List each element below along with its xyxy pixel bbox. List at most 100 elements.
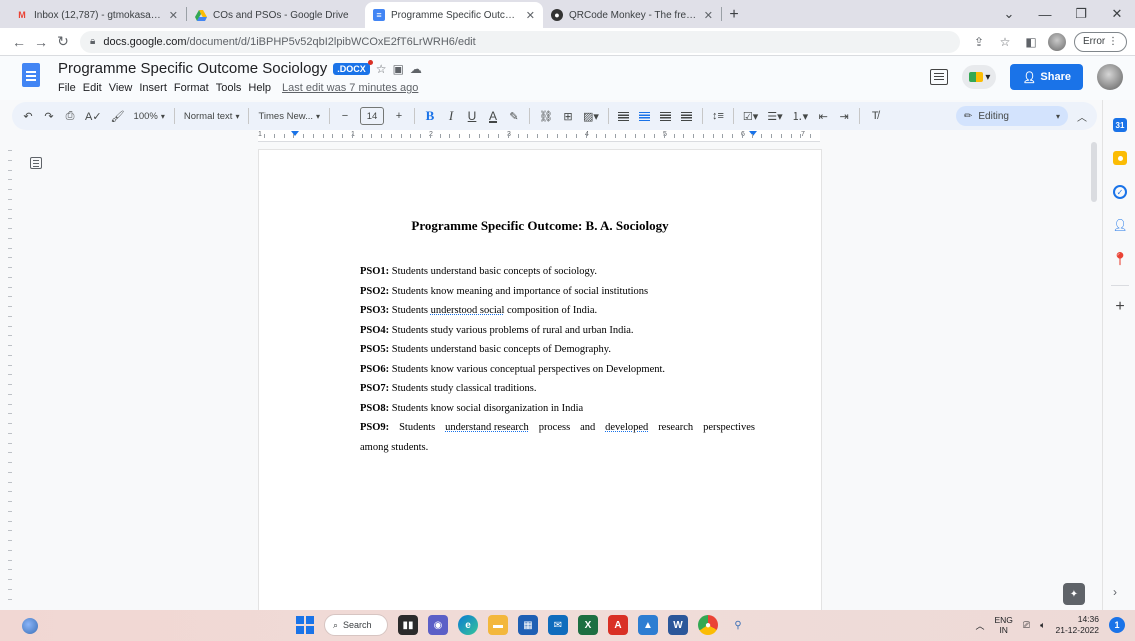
menu-view[interactable]: View xyxy=(109,82,133,94)
contacts-icon[interactable]: 👤︎ xyxy=(1112,218,1127,232)
font-select[interactable]: Times New... xyxy=(258,111,320,122)
underline-button[interactable]: U xyxy=(466,106,478,126)
menu-edit[interactable]: Edit xyxy=(83,82,102,94)
word-icon[interactable]: W xyxy=(668,615,688,635)
pdf-reader-icon[interactable]: A xyxy=(608,615,628,635)
back-arrow-icon[interactable]: ← xyxy=(8,31,30,53)
align-right-icon[interactable] xyxy=(660,106,672,126)
edge-icon[interactable]: e xyxy=(458,615,478,635)
editing-mode-select[interactable]: ✏︎ Editing xyxy=(956,106,1068,126)
close-icon[interactable]: ✕ xyxy=(526,9,535,22)
text-color-button[interactable]: A xyxy=(487,106,499,126)
checklist-icon[interactable]: ☑▾ xyxy=(743,106,758,126)
mail-icon[interactable]: ✉ xyxy=(548,615,568,635)
style-select[interactable]: Normal text xyxy=(184,111,240,122)
cloud-status-icon[interactable]: ☁ xyxy=(410,62,422,76)
menu-insert[interactable]: Insert xyxy=(139,82,167,94)
insert-image-icon[interactable]: ▨▾ xyxy=(583,106,599,126)
add-comment-icon[interactable]: ⊞ xyxy=(562,106,574,126)
network-tool-icon[interactable]: ⚲ xyxy=(728,615,748,635)
bold-button[interactable]: B xyxy=(424,106,436,126)
close-icon[interactable]: ✕ xyxy=(704,9,713,22)
spelling-suggestion[interactable]: understand research xyxy=(445,418,529,438)
comment-history-icon[interactable] xyxy=(930,69,949,85)
minimize-button[interactable]: — xyxy=(1027,0,1063,28)
explore-button[interactable]: ✦ xyxy=(1063,583,1085,605)
url-input[interactable]: 🔒︎ docs.google.com/document/d/1iBPHP5v52… xyxy=(80,30,960,53)
highlight-color-icon[interactable]: ✎ xyxy=(508,106,520,126)
undo-icon[interactable]: ↶ xyxy=(22,106,34,126)
notification-badge[interactable]: 1 xyxy=(1109,617,1125,633)
hide-menus-chevron-icon[interactable]: ︿ xyxy=(1077,109,1087,124)
vertical-scrollbar[interactable] xyxy=(1091,142,1097,202)
calendar-icon[interactable]: 31 xyxy=(1113,118,1127,132)
show-hidden-icons-chevron-icon[interactable]: ︿ xyxy=(975,619,984,632)
document-title[interactable]: Programme Specific Outcome Sociology xyxy=(58,60,327,77)
language-indicator[interactable]: ENG IN xyxy=(994,615,1012,635)
share-button[interactable]: 👤︎ Share xyxy=(1010,64,1083,90)
tab-google-drive[interactable]: COs and PSOs - Google Drive xyxy=(187,2,365,28)
forward-arrow-icon[interactable]: → xyxy=(30,31,52,53)
spelling-suggestion[interactable]: understood social xyxy=(431,305,505,316)
menu-format[interactable]: Format xyxy=(174,82,209,94)
print-icon[interactable]: ⎙ xyxy=(64,106,76,126)
get-addons-icon[interactable]: + xyxy=(1113,298,1127,315)
document-outline-icon[interactable] xyxy=(30,157,42,169)
task-view-icon[interactable]: ▮▮ xyxy=(398,615,418,635)
align-left-icon[interactable] xyxy=(618,106,630,126)
tab-qrcode-monkey[interactable]: ● QRCode Monkey - The free QR C ✕ xyxy=(543,2,721,28)
decrease-font-size-button[interactable]: − xyxy=(339,106,351,126)
excel-icon[interactable]: X xyxy=(578,615,598,635)
increase-font-size-button[interactable]: + xyxy=(393,106,405,126)
tab-google-docs[interactable]: ≡ Programme Specific Outcome So ✕ xyxy=(365,2,543,28)
side-panel-icon[interactable]: ◧ xyxy=(1022,33,1040,51)
zoom-select[interactable]: 100% xyxy=(134,111,165,122)
line-spacing-icon[interactable]: ↕≡ xyxy=(712,106,724,126)
taskbar-search[interactable]: ⌕ Search xyxy=(324,614,388,636)
bookmark-star-icon[interactable]: ☆ xyxy=(996,33,1014,51)
windows-start-icon[interactable] xyxy=(296,616,314,634)
keep-icon[interactable] xyxy=(1113,151,1127,165)
file-explorer-icon[interactable]: ▬ xyxy=(488,615,508,635)
bulleted-list-icon[interactable]: ☰▾ xyxy=(767,106,782,126)
clock[interactable]: 14:36 21-12-2022 xyxy=(1056,614,1099,636)
chrome-icon[interactable]: ● xyxy=(698,615,718,635)
redo-icon[interactable]: ↷ xyxy=(43,106,55,126)
reload-icon[interactable]: ↻ xyxy=(52,31,74,53)
volume-icon[interactable]: 🔈︎ xyxy=(1040,620,1045,631)
store-icon[interactable]: ▦ xyxy=(518,615,538,635)
clear-formatting-icon[interactable]: T̸ xyxy=(869,106,881,126)
close-icon[interactable]: ✕ xyxy=(169,9,178,22)
align-justify-icon[interactable] xyxy=(681,106,693,126)
italic-button[interactable]: I xyxy=(445,106,457,126)
error-button[interactable]: Error ⋮ xyxy=(1073,31,1127,52)
chat-icon[interactable]: ◉ xyxy=(428,615,448,635)
maps-icon[interactable]: 📍︎ xyxy=(1112,251,1129,266)
lock-icon[interactable]: 🔒︎ xyxy=(90,36,95,47)
widgets-icon[interactable] xyxy=(22,618,38,634)
decrease-indent-icon[interactable]: ⇤ xyxy=(817,106,829,126)
increase-indent-icon[interactable]: ⇥ xyxy=(838,106,850,126)
meet-button[interactable]: ▾ xyxy=(962,65,997,89)
tab-search-icon[interactable]: ⌄ xyxy=(991,0,1027,28)
photos-icon[interactable]: ▲ xyxy=(638,615,658,635)
align-center-icon[interactable] xyxy=(639,106,651,126)
share-page-icon[interactable]: ⇪ xyxy=(970,33,988,51)
chevron-right-icon[interactable]: › xyxy=(1113,585,1117,599)
spelling-suggestion[interactable]: developed xyxy=(605,418,648,438)
tasks-icon[interactable]: ✓ xyxy=(1113,185,1127,199)
new-tab-button[interactable]: + xyxy=(722,2,746,28)
numbered-list-icon[interactable]: ⒈▾ xyxy=(792,106,809,126)
spellcheck-icon[interactable]: A✓ xyxy=(85,106,102,126)
insert-link-icon[interactable]: ⛓︎ xyxy=(539,106,553,126)
menu-tools[interactable]: Tools xyxy=(216,82,242,94)
tab-gmail[interactable]: M Inbox (12,787) - gtmokasare@gr ✕ xyxy=(8,2,186,28)
last-edit-link[interactable]: Last edit was 7 minutes ago xyxy=(282,82,418,94)
star-icon[interactable]: ☆ xyxy=(376,62,387,76)
close-window-button[interactable]: ✕ xyxy=(1099,0,1135,28)
move-folder-icon[interactable]: ▣ xyxy=(393,62,404,76)
account-avatar[interactable] xyxy=(1097,64,1123,90)
restore-button[interactable]: ❐ xyxy=(1063,0,1099,28)
wifi-icon[interactable]: ⎚ xyxy=(1023,620,1030,631)
font-size-input[interactable]: 14 xyxy=(360,107,385,125)
